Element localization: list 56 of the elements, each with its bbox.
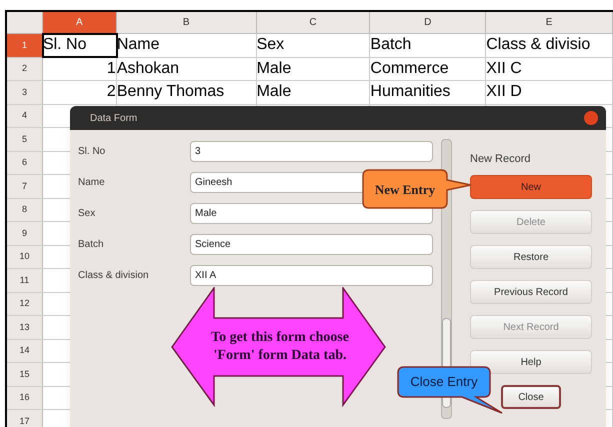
- field-label: Sl. No: [78, 145, 106, 159]
- input-field[interactable]: Male: [190, 203, 433, 224]
- row-header[interactable]: 6: [7, 152, 43, 174]
- table-cell: Sl. No: [42, 37, 87, 54]
- table-cell: 1: [106, 60, 116, 77]
- column-header[interactable]: A: [42, 12, 117, 33]
- row-header[interactable]: 9: [7, 222, 43, 244]
- row-header[interactable]: 3: [7, 81, 43, 104]
- record-status: New Record: [470, 152, 532, 167]
- row-header[interactable]: 7: [7, 175, 43, 198]
- dialog-button[interactable]: Restore: [470, 245, 592, 269]
- dialog-button[interactable]: Close: [501, 385, 561, 409]
- row-header[interactable]: 17: [7, 410, 43, 427]
- row-header[interactable]: 10: [7, 246, 43, 268]
- row-header[interactable]: 16: [7, 386, 43, 409]
- row-header[interactable]: 15: [7, 363, 43, 386]
- row-header[interactable]: 5: [7, 128, 43, 150]
- table-cell: Male: [256, 60, 292, 77]
- row-header[interactable]: 8: [7, 198, 43, 221]
- column-header[interactable]: B: [116, 12, 257, 33]
- row-header[interactable]: 4: [7, 104, 43, 127]
- field-label: Batch: [78, 238, 105, 252]
- input-field[interactable]: XII A: [190, 265, 433, 286]
- row-header[interactable]: 11: [7, 269, 43, 292]
- table-cell: Ashokan: [116, 60, 180, 77]
- table-cell: Humanities: [370, 84, 450, 100]
- row-header[interactable]: 13: [7, 316, 43, 338]
- table-cell: Sex: [256, 37, 284, 54]
- input-field[interactable]: Science: [190, 234, 433, 255]
- dialog-button[interactable]: Help: [470, 350, 592, 374]
- column-header[interactable]: E: [486, 12, 613, 33]
- table-cell: Batch: [370, 37, 412, 54]
- close-icon[interactable]: [584, 111, 598, 125]
- row-header[interactable]: 2: [7, 58, 43, 80]
- table-cell: Name: [116, 37, 160, 54]
- field-label: Sex: [78, 207, 96, 221]
- row-header[interactable]: 14: [7, 340, 43, 362]
- field-label: Name: [78, 176, 106, 190]
- table-cell: 2: [106, 84, 116, 100]
- input-field[interactable]: 3: [190, 141, 433, 162]
- row-header[interactable]: 1: [7, 34, 43, 56]
- table-cell: Male: [256, 84, 292, 100]
- table-cell: XII D: [486, 84, 522, 100]
- dialog-button[interactable]: Previous Record: [470, 280, 592, 304]
- dialog-button[interactable]: New: [470, 175, 592, 199]
- table-cell: Commerce: [370, 60, 449, 77]
- table-cell: XII C: [486, 60, 522, 77]
- table-cell: Benny Thomas: [116, 84, 224, 100]
- column-header[interactable]: C: [256, 12, 370, 33]
- row-header[interactable]: 12: [7, 292, 43, 315]
- field-label: Class & division: [78, 269, 150, 283]
- callout-text: To get this form choose 'Form' form Data tab.: [210, 328, 350, 365]
- window-title: Data Form: [90, 112, 138, 126]
- column-header[interactable]: D: [370, 12, 486, 33]
- table-cell: Class & divisio: [486, 37, 590, 54]
- callout-text: Close Entry: [410, 373, 478, 392]
